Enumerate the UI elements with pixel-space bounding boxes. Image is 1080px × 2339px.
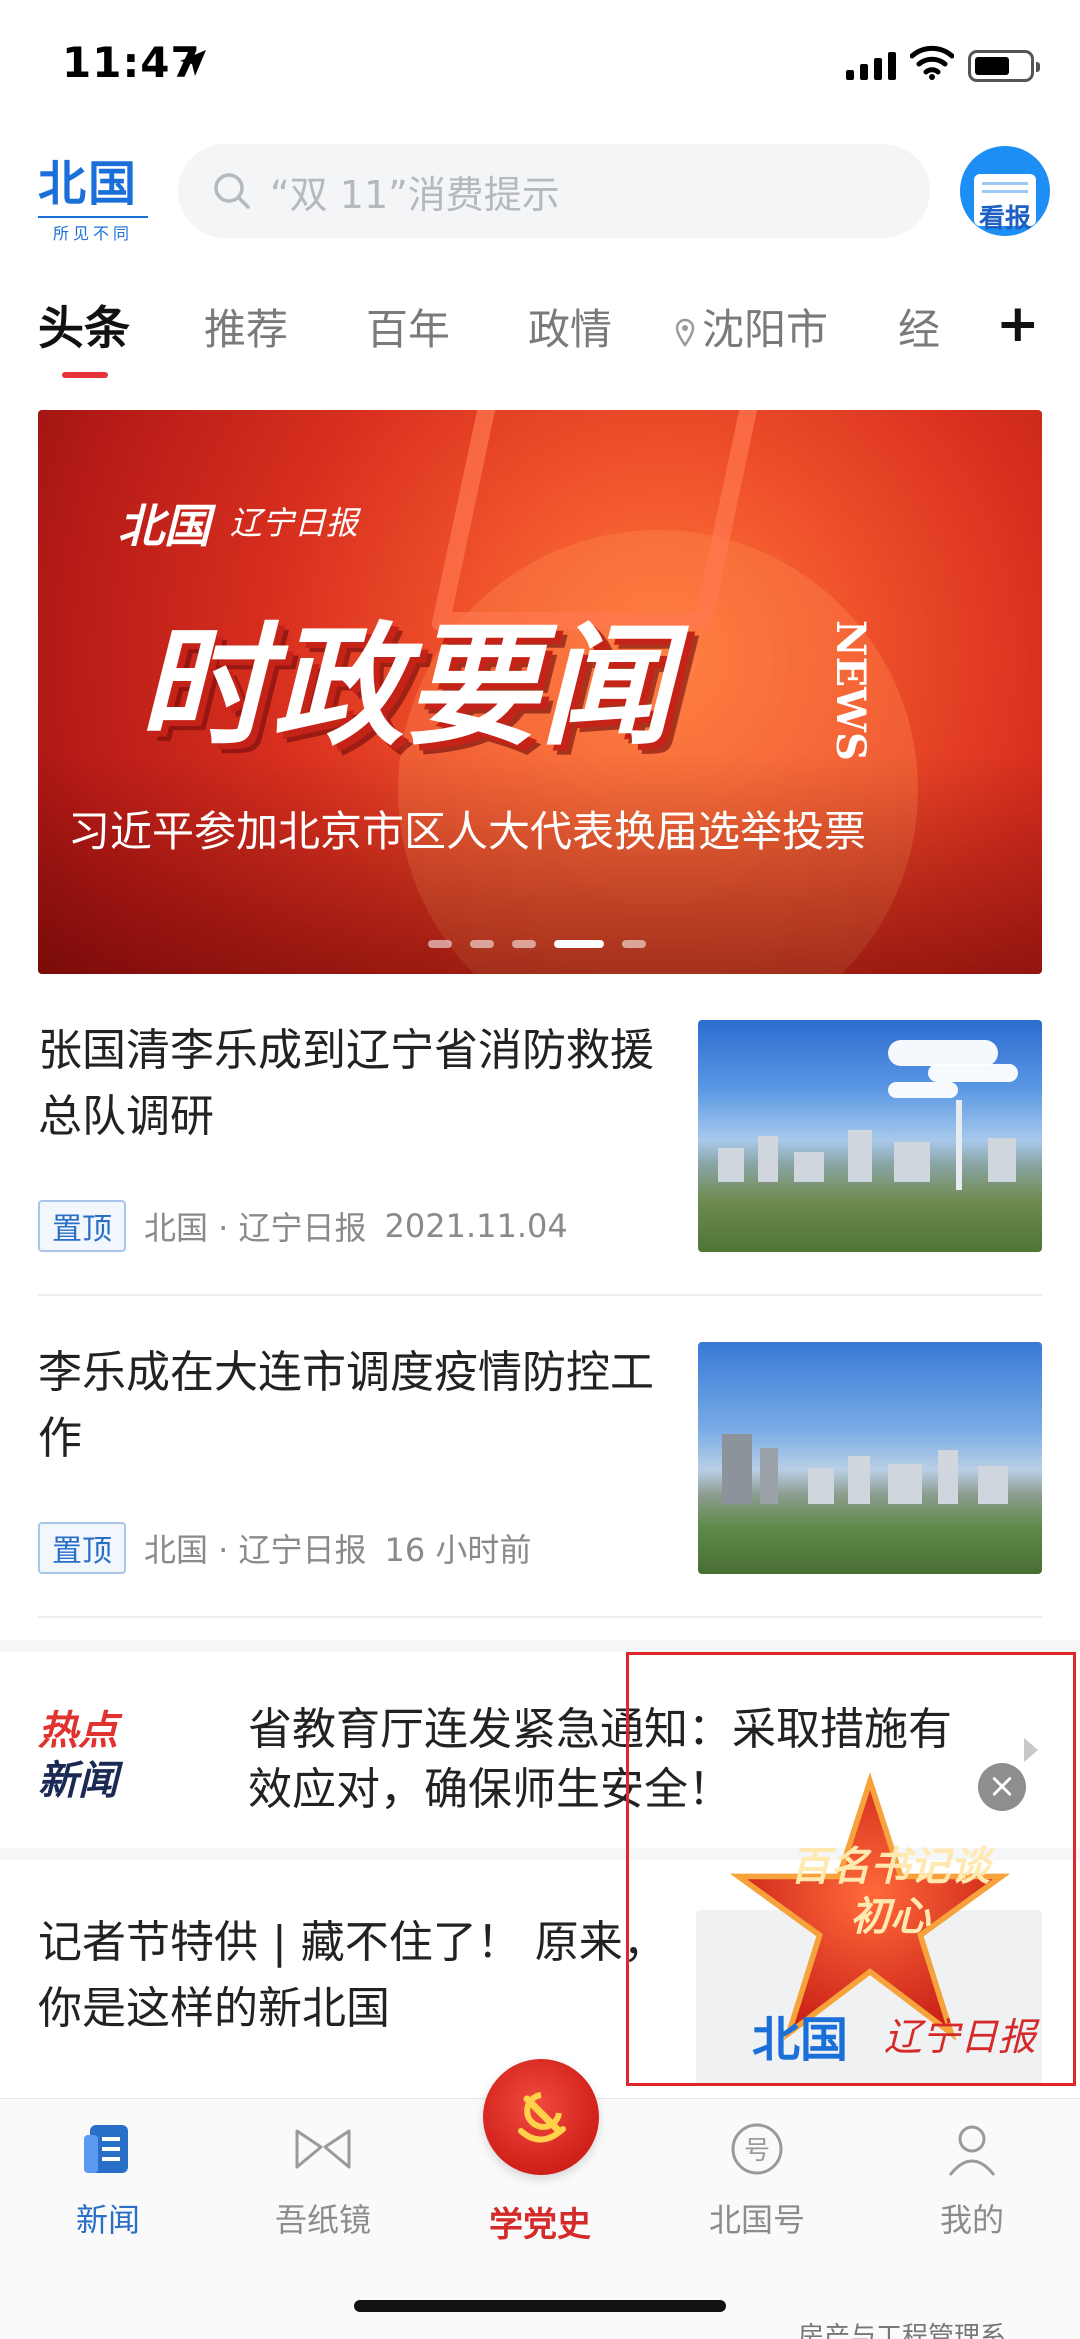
headline-banner[interactable]: 北国 辽宁日报 时政要闻 NEWS 习近平参加北京市区人大代表换届选举投票 [38,410,1042,974]
tab-shenyang[interactable]: 沈阳市 [674,296,828,357]
hot-label-line1: 热点 [38,1708,118,1754]
nav-party-history-label[interactable]: 学党史 [460,2197,620,2246]
news-meta: 置顶 北国 · 辽宁日报 16 小时前 [38,1522,531,1574]
carousel-dot[interactable] [428,940,452,948]
beiguo-account-icon: 号 [731,2123,783,2175]
app-header: 北国 所见不同 “双 11”消费提示 看报 [0,130,1080,250]
location-arrow-icon [180,50,206,76]
nav-paper-mirror[interactable]: 吾纸镜 [243,2113,403,2241]
banner-caption: 习近平参加北京市区人大代表换届选举投票 [68,807,867,856]
banner-brand: 北国 [118,499,210,553]
banner-brand2: 辽宁日报 [230,504,359,542]
annotation-box [626,1652,1076,2086]
news-list-item[interactable]: 张国清李乐成到辽宁省消防救援总队调研 置顶 北国 · 辽宁日报 2021.11.… [38,1018,1042,1258]
paper-mirror-icon [295,2129,351,2169]
logo-slogan: 所见不同 [38,216,148,244]
nav-profile-label: 我的 [939,2201,1004,2239]
news-icon [84,2125,128,2173]
pinned-badge: 置顶 [38,1200,126,1252]
cellular-signal-icon [846,50,896,80]
news-title: 李乐成在大连市调度疫情防控工作 [38,1347,654,1464]
news-source: 北国 · 辽宁日报 [144,1209,367,1247]
channel-tabs: 头条 推荐 百年 政情 沈阳市 经 + [0,288,1080,388]
carousel-dot[interactable] [512,940,536,948]
watermark: 房产与工程管理系 [798,2322,1007,2339]
app-logo[interactable]: 北国 所见不同 [38,144,148,243]
profile-icon [948,2125,996,2176]
search-placeholder: “双 11”消费提示 [270,172,560,217]
svg-text:号: 号 [744,2135,770,2165]
news-title[interactable]: 记者节特供 | 藏不住了！ 原来，你是这样的新北国 [38,1910,678,2042]
kanbao-label: 看报 [978,204,1031,234]
tab-economy[interactable]: 经 [898,296,940,357]
party-emblem-icon[interactable] [483,2059,599,2175]
news-thumbnail [698,1342,1042,1574]
news-time: 2021.11.04 [384,1207,568,1245]
news-thumbnail [698,1020,1042,1252]
hot-news-label: 热点 新闻 [38,1706,118,1806]
banner-title: 时政要闻 [138,610,674,764]
pinned-badge: 置顶 [38,1522,126,1574]
news-time: 16 小时前 [384,1531,532,1569]
news-list-item[interactable]: 李乐成在大连市调度疫情防控工作 置顶 北国 · 辽宁日报 16 小时前 [38,1340,1042,1580]
search-icon [214,173,250,209]
wifi-icon [910,45,954,80]
status-bar: 11:47 [0,0,1080,130]
news-meta: 置顶 北国 · 辽宁日报 2021.11.04 [38,1200,568,1252]
location-pin-icon [675,318,695,347]
active-tab-indicator [62,372,108,378]
home-indicator[interactable] [354,2300,726,2312]
carousel-dot-active[interactable] [554,940,604,948]
nav-profile[interactable]: 我的 [892,2113,1052,2241]
nav-paper-mirror-label: 吾纸镜 [274,2201,371,2239]
tab-headlines[interactable]: 头条 [38,292,130,358]
news-title: 张国清李乐成到辽宁省消防救援总队调研 [38,1025,654,1142]
add-channel-button[interactable]: + [996,298,1040,350]
news-source: 北国 · 辽宁日报 [144,1531,367,1569]
banner-news-tag: NEWS [827,620,874,761]
nav-beiguo-account-label: 北国号 [708,2201,805,2239]
nav-beiguo-account[interactable]: 号 北国号 [677,2113,837,2241]
logo-text: 北国 [38,156,139,212]
tab-shenyang-label: 沈阳市 [702,305,829,354]
tab-centennial[interactable]: 百年 [366,296,450,357]
hot-label-line2: 新闻 [38,1758,118,1804]
carousel-dot[interactable] [470,940,494,948]
carousel-dots [428,940,646,948]
tab-recommend[interactable]: 推荐 [204,296,288,357]
nav-news-label: 新闻 [75,2201,140,2239]
kanbao-button[interactable]: 看报 [960,146,1050,236]
search-input[interactable]: “双 11”消费提示 [178,144,930,238]
carousel-dot[interactable] [622,940,646,948]
tab-politics[interactable]: 政情 [528,296,612,357]
battery-icon [968,50,1040,82]
nav-news[interactable]: 新闻 [28,2113,188,2241]
